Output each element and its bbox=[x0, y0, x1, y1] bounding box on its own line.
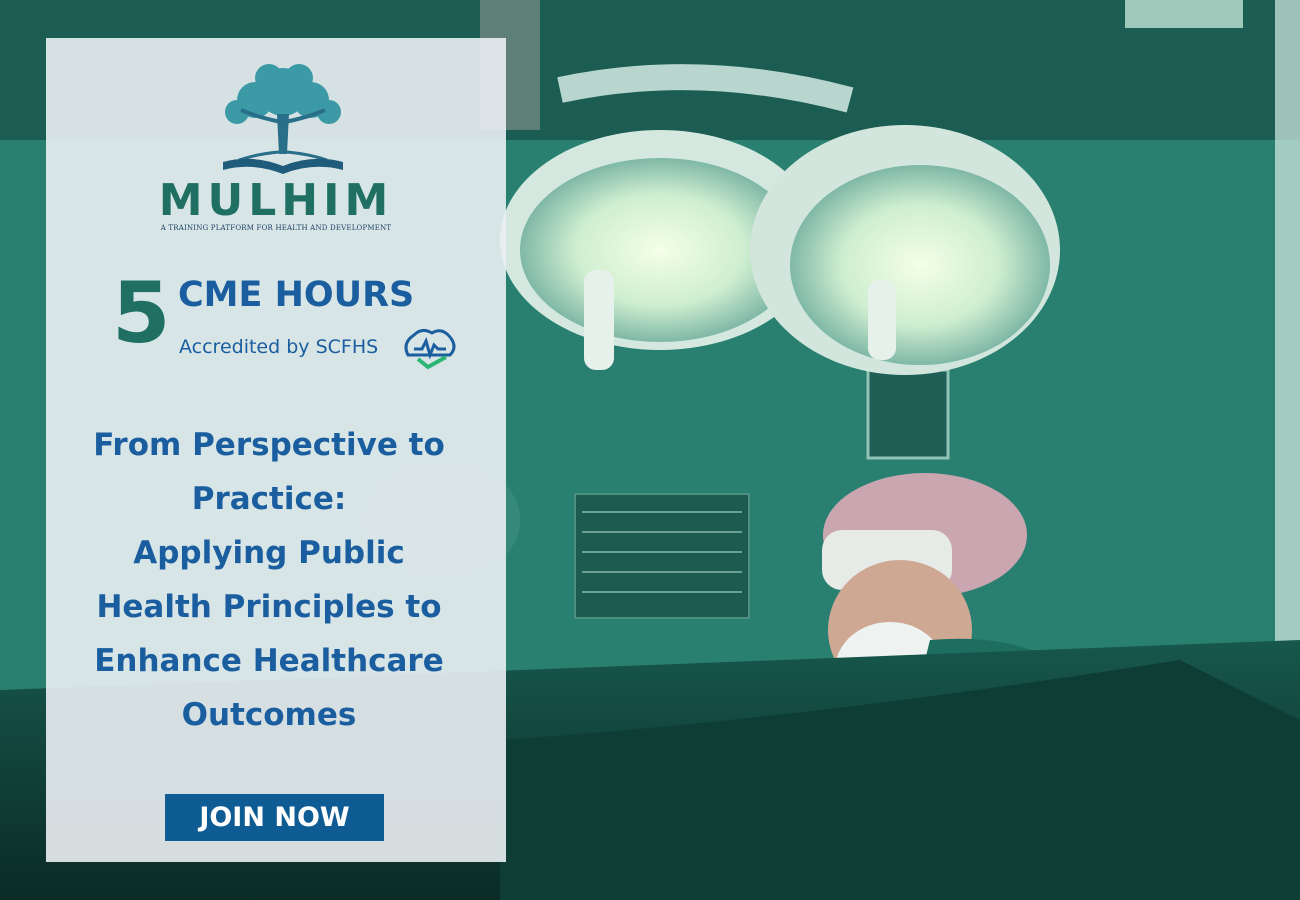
course-title-line: Health Principles to bbox=[96, 589, 442, 625]
accreditation-text: Accredited by SCFHS bbox=[179, 336, 379, 358]
cme-hours-number: 5 bbox=[112, 264, 171, 362]
scfhs-logo-icon bbox=[404, 328, 456, 370]
course-title-line: Applying Public bbox=[133, 535, 405, 571]
cme-hours-label: CME HOURS bbox=[178, 275, 415, 315]
brand-tagline: A TRAINING PLATFORM FOR HEALTH AND DEVEL… bbox=[160, 224, 392, 232]
course-title-line: Practice: bbox=[191, 481, 347, 517]
course-title-line: From Perspective to bbox=[93, 427, 445, 463]
tree-book-logo-icon bbox=[223, 64, 343, 174]
course-title-line: Enhance Healthcare bbox=[94, 643, 444, 679]
brand-name: MULHIM bbox=[158, 175, 394, 226]
course-title: From Perspective to Practice: Applying P… bbox=[46, 418, 492, 742]
join-now-button[interactable]: JOIN NOW bbox=[165, 794, 384, 841]
course-title-line: Outcomes bbox=[181, 697, 357, 733]
